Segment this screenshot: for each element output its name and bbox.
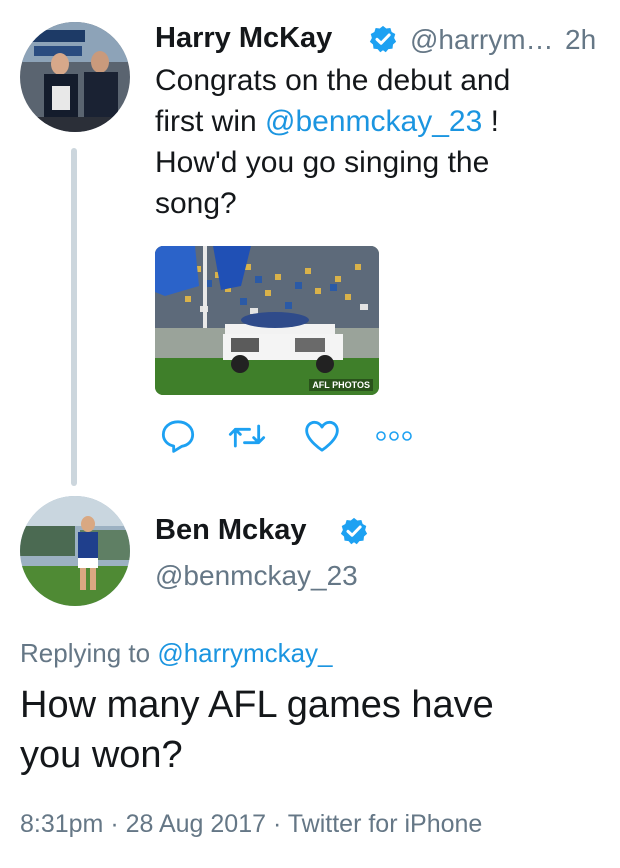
parent-text-line-2-pre: first win <box>155 105 266 138</box>
parent-text-line-2: first win @benmckay_23 ! <box>155 101 595 142</box>
replying-to-handle-link[interactable]: @harrymckay_ <box>157 638 332 668</box>
thread-connector-line <box>71 148 77 486</box>
like-icon[interactable] <box>302 416 342 456</box>
tweet-media-photo[interactable]: AFL PHOTOS <box>155 246 379 395</box>
reply-author-handle[interactable]: @benmckay_23 <box>155 560 358 592</box>
tweet-time-ago[interactable]: 2h <box>565 24 596 56</box>
ben-mckay-avatar[interactable] <box>20 496 130 606</box>
parent-author-name[interactable]: Harry McKay <box>155 22 332 55</box>
reply-verified-badge-icon <box>340 517 368 545</box>
parent-tweet-text: Congrats on the debut and first win @ben… <box>155 60 595 224</box>
verified-badge-icon <box>369 25 397 53</box>
afl-photos-watermark: AFL PHOTOS <box>309 379 373 391</box>
harry-mckay-avatar[interactable] <box>20 22 130 132</box>
more-icon[interactable] <box>375 428 415 444</box>
parent-text-line-2-post: ! <box>482 105 499 138</box>
tweet-timestamp[interactable]: 8:31pm · 28 Aug 2017 · Twitter for iPhon… <box>20 810 482 839</box>
parent-text-line-4: song? <box>155 187 237 220</box>
replying-to-line: Replying to @harrymckay_ <box>20 638 333 669</box>
reply-text-line-1: How many AFL games have <box>20 684 494 726</box>
parent-text-line-1: Congrats on the debut and <box>155 64 511 97</box>
retweet-icon[interactable] <box>227 416 267 456</box>
mention-link[interactable]: @benmckay_23 <box>265 105 482 138</box>
replying-to-prefix: Replying to <box>20 638 158 668</box>
parent-text-line-3: How'd you go singing the <box>155 146 490 179</box>
parent-author-handle[interactable]: @harrym… <box>410 24 554 56</box>
reply-icon[interactable] <box>158 416 198 456</box>
reply-text-line-2: you won? <box>20 734 183 776</box>
reply-author-name[interactable]: Ben Mckay <box>155 514 307 547</box>
reply-tweet-text: How many AFL games have you won? <box>20 680 610 780</box>
